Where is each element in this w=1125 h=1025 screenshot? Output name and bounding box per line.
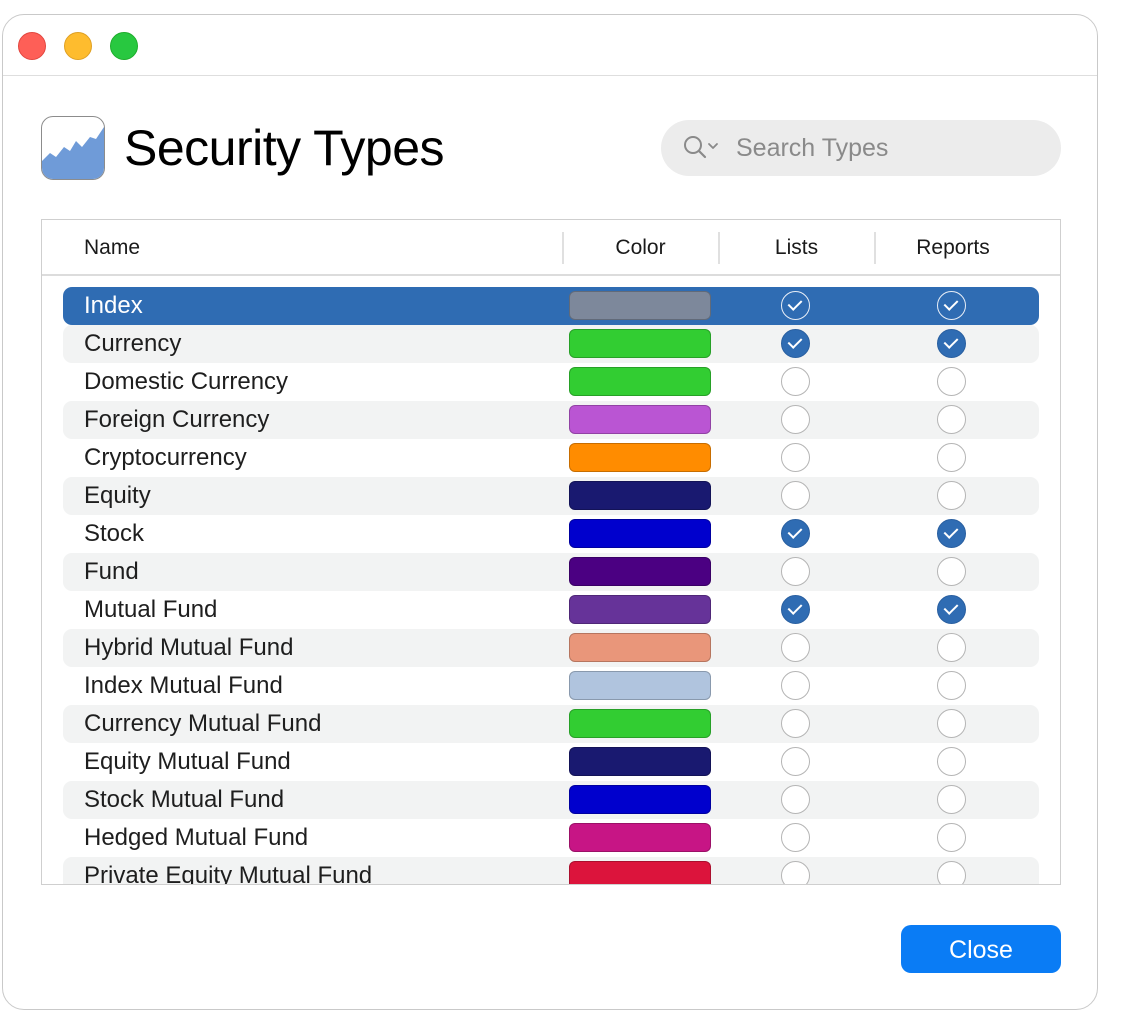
reports-checkbox[interactable]	[937, 329, 966, 358]
color-swatch[interactable]	[569, 443, 711, 472]
table-row[interactable]: Currency Mutual Fund	[63, 705, 1039, 743]
lists-checkbox[interactable]	[781, 633, 810, 662]
row-name: Equity	[84, 482, 151, 509]
title-bar	[3, 15, 1097, 76]
lists-checkbox[interactable]	[781, 595, 810, 624]
column-header-name[interactable]: Name	[84, 236, 140, 260]
window-minimize-button[interactable]	[64, 32, 92, 60]
reports-checkbox[interactable]	[937, 595, 966, 624]
color-swatch[interactable]	[569, 709, 711, 738]
table-row[interactable]: Domestic Currency	[63, 363, 1039, 401]
color-swatch[interactable]	[569, 329, 711, 358]
lists-checkbox[interactable]	[781, 709, 810, 738]
table-row[interactable]: Fund	[63, 553, 1039, 591]
page-title: Security Types	[124, 120, 445, 176]
column-header-reports[interactable]: Reports	[875, 236, 1031, 260]
row-name: Hybrid Mutual Fund	[84, 634, 294, 661]
table-row[interactable]: Hedged Mutual Fund	[63, 819, 1039, 857]
color-swatch[interactable]	[569, 785, 711, 814]
row-name: Mutual Fund	[84, 596, 218, 623]
table-row[interactable]: Stock Mutual Fund	[63, 781, 1039, 819]
row-name: Private Equity Mutual Fund	[84, 862, 373, 885]
color-swatch[interactable]	[569, 367, 711, 396]
table-row[interactable]: Equity Mutual Fund	[63, 743, 1039, 781]
color-swatch[interactable]	[569, 747, 711, 776]
color-swatch[interactable]	[569, 405, 711, 434]
color-swatch[interactable]	[569, 671, 711, 700]
table-row[interactable]: Foreign Currency	[63, 401, 1039, 439]
window-close-button[interactable]	[18, 32, 46, 60]
security-types-table: Name Color Lists Reports Index Currency Do…	[41, 219, 1061, 885]
column-header-lists[interactable]: Lists	[719, 236, 874, 260]
row-name: Domestic Currency	[84, 368, 289, 395]
window-zoom-button[interactable]	[110, 32, 138, 60]
row-name: Fund	[84, 558, 139, 585]
row-name: Foreign Currency	[84, 406, 270, 433]
reports-checkbox[interactable]	[937, 367, 966, 396]
reports-checkbox[interactable]	[937, 861, 966, 884]
table-row[interactable]: Stock	[63, 515, 1039, 553]
reports-checkbox[interactable]	[937, 405, 966, 434]
lists-checkbox[interactable]	[781, 785, 810, 814]
row-name: Index	[84, 292, 143, 319]
table-row[interactable]: Currency	[63, 325, 1039, 363]
reports-checkbox[interactable]	[937, 291, 966, 320]
row-name: Currency	[84, 330, 182, 357]
reports-checkbox[interactable]	[937, 785, 966, 814]
reports-checkbox[interactable]	[937, 747, 966, 776]
reports-checkbox[interactable]	[937, 709, 966, 738]
search-input[interactable]: Search Types	[736, 134, 888, 163]
lists-checkbox[interactable]	[781, 823, 810, 852]
row-name: Index Mutual Fund	[84, 672, 283, 699]
search-icon	[683, 135, 723, 161]
color-swatch[interactable]	[569, 481, 711, 510]
table-body: Index Currency Domestic Currency Foreign Cu…	[42, 287, 1060, 885]
color-swatch[interactable]	[569, 595, 711, 624]
lists-checkbox[interactable]	[781, 519, 810, 548]
lists-checkbox[interactable]	[781, 405, 810, 434]
table-row[interactable]: Mutual Fund	[63, 591, 1039, 629]
lists-checkbox[interactable]	[781, 329, 810, 358]
table-row[interactable]: Equity	[63, 477, 1039, 515]
security-types-window: Security Types Search Types Name Color L…	[2, 14, 1098, 1010]
reports-checkbox[interactable]	[937, 557, 966, 586]
row-name: Stock	[84, 520, 145, 547]
table-row[interactable]: Cryptocurrency	[63, 439, 1039, 477]
reports-checkbox[interactable]	[937, 481, 966, 510]
color-swatch[interactable]	[569, 633, 711, 662]
row-name: Hedged Mutual Fund	[84, 824, 309, 851]
table-row[interactable]: Index Mutual Fund	[63, 667, 1039, 705]
lists-checkbox[interactable]	[781, 481, 810, 510]
color-swatch[interactable]	[569, 823, 711, 852]
row-name: Currency Mutual Fund	[84, 710, 322, 737]
color-swatch[interactable]	[569, 557, 711, 586]
reports-checkbox[interactable]	[937, 519, 966, 548]
row-name: Equity Mutual Fund	[84, 748, 291, 775]
row-name: Cryptocurrency	[84, 444, 247, 471]
reports-checkbox[interactable]	[937, 671, 966, 700]
table-row[interactable]: Index	[63, 287, 1039, 325]
color-swatch[interactable]	[569, 861, 711, 884]
area-chart-icon	[41, 116, 105, 180]
search-field[interactable]: Search Types	[661, 120, 1061, 176]
column-header-color[interactable]: Color	[563, 236, 718, 260]
lists-checkbox[interactable]	[781, 747, 810, 776]
row-name: Stock Mutual Fund	[84, 786, 285, 813]
lists-checkbox[interactable]	[781, 291, 810, 320]
table-row[interactable]: Private Equity Mutual Fund	[63, 857, 1039, 885]
reports-checkbox[interactable]	[937, 633, 966, 662]
lists-checkbox[interactable]	[781, 557, 810, 586]
color-swatch[interactable]	[569, 291, 711, 320]
lists-checkbox[interactable]	[781, 443, 810, 472]
reports-checkbox[interactable]	[937, 443, 966, 472]
table-row[interactable]: Hybrid Mutual Fund	[63, 629, 1039, 667]
reports-checkbox[interactable]	[937, 823, 966, 852]
lists-checkbox[interactable]	[781, 671, 810, 700]
lists-checkbox[interactable]	[781, 367, 810, 396]
close-button[interactable]: Close	[901, 925, 1061, 973]
color-swatch[interactable]	[569, 519, 711, 548]
table-header: Name Color Lists Reports	[42, 220, 1060, 276]
lists-checkbox[interactable]	[781, 861, 810, 884]
